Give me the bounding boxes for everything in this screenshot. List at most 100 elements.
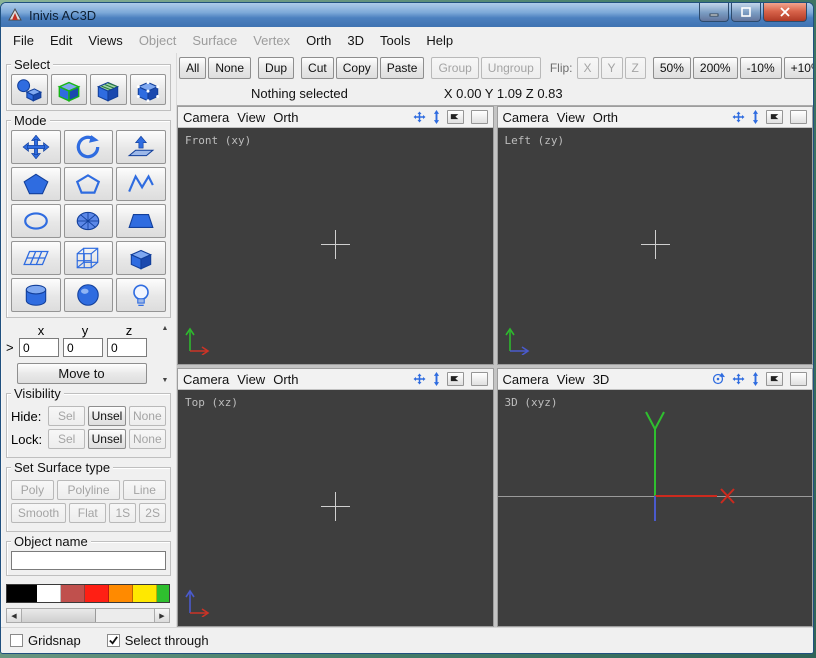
menu-file[interactable]: File [5,30,42,51]
view-menu[interactable]: View [557,372,585,387]
poly-button[interactable]: Poly [11,480,54,500]
line-button[interactable]: Line [123,480,166,500]
two-sided-button[interactable]: 2S [139,503,166,523]
viewport-left-canvas[interactable]: Left (zy) [498,128,813,364]
wire-cube-tool-button[interactable] [64,241,114,275]
camera-menu[interactable]: Camera [183,372,229,387]
select-none-button[interactable]: None [208,57,251,79]
x-coordinate-input[interactable] [19,338,59,357]
menu-edit[interactable]: Edit [42,30,80,51]
extrude-tool-button[interactable] [116,130,166,164]
flip-y-button[interactable]: Y [601,57,623,79]
flip-x-button[interactable]: X [577,57,599,79]
zoom-plus-10-button[interactable]: +10% [784,57,813,79]
menu-surface[interactable]: Surface [184,30,245,51]
duplicate-button[interactable]: Dup [258,57,294,79]
view-menu[interactable]: View [237,372,265,387]
flip-z-button[interactable]: Z [625,57,646,79]
select-through-checkbox[interactable] [107,634,120,647]
projection-menu[interactable]: Orth [273,110,298,125]
zoom-50-button[interactable]: 50% [653,57,691,79]
camera-menu[interactable]: Camera [183,110,229,125]
maximize-viewport-button[interactable] [790,372,807,386]
zoom-view-icon[interactable] [433,110,440,124]
camera-menu[interactable]: Camera [503,110,549,125]
select-through-option[interactable]: Select through [107,633,209,648]
move-to-button[interactable]: Move to [17,363,147,384]
y-coordinate-input[interactable] [63,338,103,357]
minimize-button[interactable] [699,3,729,22]
disk-tool-button[interactable] [64,204,114,238]
pan-view-icon[interactable] [732,373,745,385]
maximize-button[interactable] [731,3,761,22]
viewport-front-canvas[interactable]: Front (xy) [178,128,493,364]
color-swatch[interactable] [133,585,157,602]
cut-button[interactable]: Cut [301,57,334,79]
viewport-3d-canvas[interactable]: 3D (xyz) [498,390,813,626]
viewport-top-canvas[interactable]: Top (xz) [178,390,493,626]
vertex-select-button[interactable] [130,74,167,105]
menu-vertex[interactable]: Vertex [245,30,298,51]
maximize-viewport-button[interactable] [471,372,488,386]
closed-line-tool-button[interactable] [64,167,114,201]
reset-view-button[interactable] [766,372,783,386]
color-swatch[interactable] [109,585,133,602]
select-all-button[interactable]: All [179,57,206,79]
hide-unsel-button[interactable]: Unsel [88,406,125,426]
pan-view-icon[interactable] [413,373,426,385]
color-swatch[interactable] [37,585,61,602]
view-menu[interactable]: View [557,110,585,125]
line-tool-button[interactable] [116,167,166,201]
cylinder-tool-button[interactable] [11,278,61,312]
flat-button[interactable]: Flat [69,503,106,523]
zoom-view-icon[interactable] [752,110,759,124]
cube-tool-button[interactable] [116,241,166,275]
projection-menu[interactable]: 3D [593,372,610,387]
camera-menu[interactable]: Camera [503,372,549,387]
gridsnap-checkbox[interactable] [10,634,23,647]
menu-object[interactable]: Object [131,30,185,51]
z-coordinate-input[interactable] [107,338,147,357]
menu-help[interactable]: Help [418,30,461,51]
hide-sel-button[interactable]: Sel [48,406,85,426]
titlebar[interactable]: Inivis AC3D [1,3,813,27]
color-swatch[interactable] [7,585,37,602]
reset-view-button[interactable] [447,372,464,386]
rectangle-tool-button[interactable] [116,204,166,238]
scroll-left-icon[interactable]: ◀ [7,609,22,622]
mesh-tool-button[interactable] [11,241,61,275]
pan-view-icon[interactable] [732,111,745,123]
menu-views[interactable]: Views [80,30,130,51]
one-sided-button[interactable]: 1S [109,503,136,523]
projection-menu[interactable]: Orth [593,110,618,125]
hide-none-button[interactable]: None [129,406,166,426]
lock-sel-button[interactable]: Sel [48,429,85,449]
menu-3d[interactable]: 3D [339,30,372,51]
menu-orth[interactable]: Orth [298,30,339,51]
ellipse-tool-button[interactable] [11,204,61,238]
gridsnap-option[interactable]: Gridsnap [10,633,81,648]
ungroup-button[interactable]: Ungroup [481,57,541,79]
zoom-view-icon[interactable] [752,372,759,386]
orbit-view-icon[interactable] [711,372,725,386]
rotate-tool-button[interactable] [64,130,114,164]
polyline-button[interactable]: Polyline [57,480,120,500]
scrollbar-thumb[interactable] [22,609,96,622]
group-button[interactable]: Group [431,57,478,79]
object-name-input[interactable] [11,551,166,570]
polygon-tool-button[interactable] [11,167,61,201]
move-tool-button[interactable] [11,130,61,164]
maximize-viewport-button[interactable] [790,110,807,124]
light-tool-button[interactable] [116,278,166,312]
color-swatch[interactable] [157,585,170,602]
group-select-button[interactable] [11,74,48,105]
spinner-up-icon[interactable]: ▲ [162,325,169,332]
surface-select-button[interactable] [90,74,127,105]
lock-none-button[interactable]: None [129,429,166,449]
close-button[interactable] [763,3,807,22]
object-select-button[interactable] [51,74,88,105]
color-swatch[interactable] [85,585,109,602]
sphere-tool-button[interactable] [64,278,114,312]
view-menu[interactable]: View [237,110,265,125]
paste-button[interactable]: Paste [380,57,425,79]
